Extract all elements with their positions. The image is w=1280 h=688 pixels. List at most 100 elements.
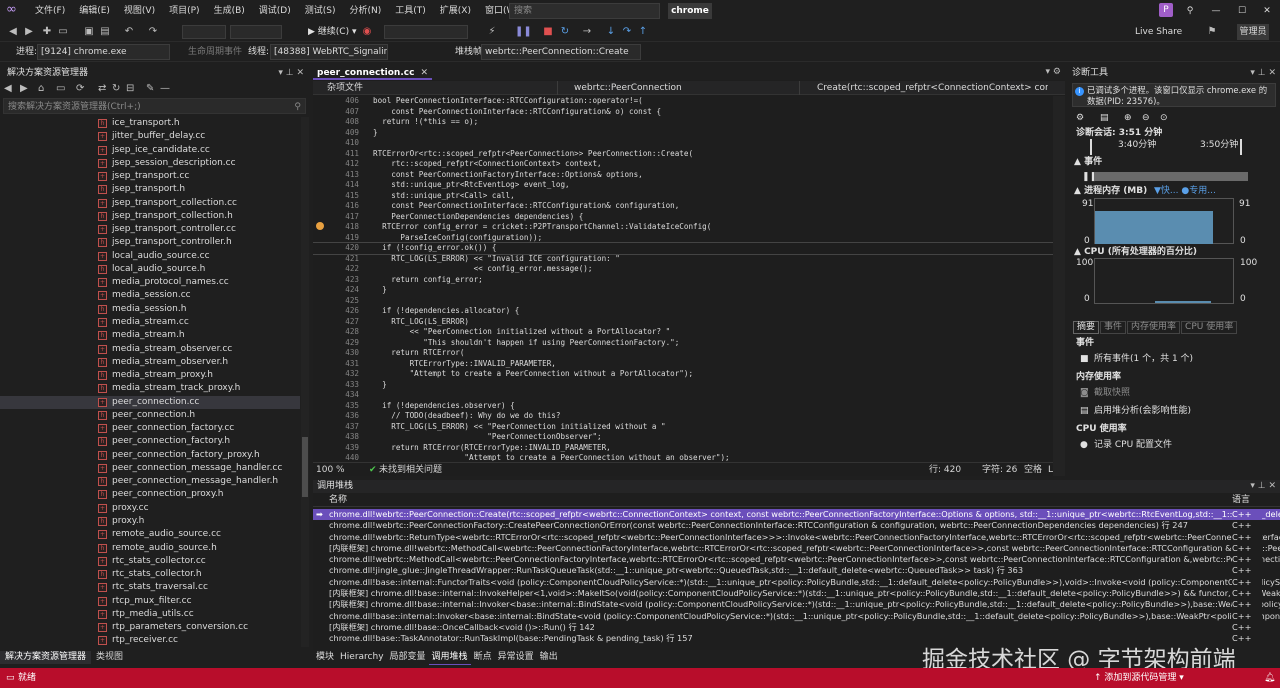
file-tree-item[interactable]: + jsep_transport_collection.cc: [0, 197, 300, 210]
project-dropdown[interactable]: 杂项文件: [313, 81, 558, 95]
close-tab-icon[interactable]: ✕: [420, 68, 428, 78]
pin-icon[interactable]: ▾ ⊥ ✕: [278, 66, 304, 80]
solution-search-input[interactable]: 搜索解决方案资源管理器(Ctrl+;) ⚲: [3, 98, 306, 114]
code-line[interactable]: 416 const PeerConnectionInterface::RTCCo…: [313, 201, 1053, 212]
search-input[interactable]: 搜索: [509, 3, 660, 19]
file-tree-item[interactable]: + rtcp_mux_filter.cc: [0, 595, 300, 608]
code-line[interactable]: 439 return RTCError(RTCErrorType::INVALI…: [313, 443, 1053, 454]
line-position[interactable]: 行: 420: [929, 463, 961, 477]
whitespace-mode[interactable]: 空格: [1024, 463, 1042, 477]
code-line[interactable]: 420 if (!config_error.ok()) {: [313, 242, 1053, 255]
code-line[interactable]: 431 RTCErrorType::INVALID_PARAMETER,: [313, 359, 1053, 370]
code-line[interactable]: 417 PeerConnectionDependencies dependenc…: [313, 212, 1053, 223]
menu-item[interactable]: 生成(B): [207, 0, 252, 22]
code-line[interactable]: 423 return config_error;: [313, 275, 1053, 286]
file-tree-item[interactable]: + rtp_media_utils.cc: [0, 608, 300, 621]
code-line[interactable]: 436 // TODO(deadbeef): Why do we do this…: [313, 411, 1053, 422]
file-tree-item[interactable]: h peer_connection_proxy.h: [0, 488, 300, 501]
code-line[interactable]: 407 const PeerConnectionInterface::RTCCo…: [313, 107, 1053, 118]
code-line[interactable]: 421 RTC_LOG(LS_ERROR) << "Invalid ICE co…: [313, 254, 1053, 265]
memory-legend[interactable]: ▼快... ●专用...: [1154, 186, 1216, 197]
lifecycle-events-label[interactable]: 生命周期事件: [188, 45, 242, 59]
tab-peer-connection-cc[interactable]: peer_connection.cc ✕: [313, 66, 432, 80]
record-cpu-profile-button[interactable]: 记录 CPU 配置文件: [1094, 440, 1172, 451]
file-tree-item[interactable]: h jsep_transport.h: [0, 183, 300, 196]
step-into-icon[interactable]: ↓: [604, 25, 618, 39]
forward-icon[interactable]: ▶: [20, 83, 28, 94]
code-line[interactable]: 408 return !(*this == o);: [313, 117, 1053, 128]
file-tree-item[interactable]: h media_stream.h: [0, 329, 300, 342]
code-line[interactable]: 425: [313, 296, 1053, 307]
menu-item[interactable]: 分析(N): [342, 0, 388, 22]
tab-cpu[interactable]: CPU 使用率: [1181, 321, 1238, 334]
issues-status[interactable]: 未找到相关问题: [379, 463, 442, 477]
process-dropdown[interactable]: [9124] chrome.exe: [37, 44, 170, 60]
save-all-icon[interactable]: ▤: [98, 25, 112, 39]
stop-icon[interactable]: ■: [541, 25, 555, 39]
file-tree-item[interactable]: + jsep_ice_candidate.cc: [0, 144, 300, 157]
code-line[interactable]: 411 RTCErrorOr<rtc::scoped_refptr<PeerCon…: [313, 149, 1053, 160]
file-tree-item[interactable]: h remote_audio_source.h: [0, 542, 300, 555]
file-tree-item[interactable]: + media_stream_observer.cc: [0, 343, 300, 356]
bottom-tab[interactable]: Hierarchy: [337, 651, 387, 664]
hot-reload-icon[interactable]: ⚡: [485, 25, 499, 39]
bottom-tab[interactable]: 模块: [313, 651, 337, 664]
call-stack-row[interactable]: ➡ chrome.dll!webrtc::PeerConnection::Crea…: [313, 509, 1280, 521]
menu-item[interactable]: 文件(F): [28, 0, 72, 22]
take-snapshot-button[interactable]: 截取快照: [1094, 388, 1130, 399]
code-line[interactable]: 434: [313, 390, 1053, 401]
file-tree-item[interactable]: + proxy.cc: [0, 502, 300, 515]
platform-dropdown[interactable]: [230, 25, 282, 39]
file-tree-item[interactable]: h proxy.h: [0, 515, 300, 528]
feedback-icon[interactable]: ⚲: [1177, 0, 1203, 22]
menu-item[interactable]: 扩展(X): [433, 0, 478, 22]
file-tree-item[interactable]: + media_stream.cc: [0, 316, 300, 329]
file-tree-item[interactable]: + local_audio_source.cc: [0, 250, 300, 263]
thread-dropdown[interactable]: [48388] WebRTC_Signaling: [270, 44, 388, 60]
code-line[interactable]: 433 }: [313, 380, 1053, 391]
file-tree-item[interactable]: h media_session.h: [0, 303, 300, 316]
minimize-icon[interactable]: —: [1203, 0, 1229, 22]
menu-item[interactable]: 视图(V): [117, 0, 162, 22]
code-line[interactable]: 430 return RTCError(: [313, 348, 1053, 359]
undo-icon[interactable]: ↶: [122, 25, 136, 39]
file-tree-item[interactable]: + rtp_receiver.cc: [0, 634, 300, 647]
bottom-tab[interactable]: 异常设置: [495, 651, 537, 664]
bottom-tab[interactable]: 调用堆栈: [428, 651, 471, 665]
file-tree-item[interactable]: + peer_connection_message_handler.cc: [0, 462, 300, 475]
column-name[interactable]: 名称: [329, 493, 347, 507]
events-track[interactable]: [1094, 172, 1248, 181]
bottom-tab[interactable]: 断点: [471, 651, 495, 664]
call-stack-row[interactable]: [内联框架] chrome.dll!base::internal::Invoke…: [313, 599, 1280, 611]
tab-events[interactable]: 事件: [1100, 321, 1127, 334]
cpu-chart[interactable]: [1094, 258, 1234, 304]
call-stack-row[interactable]: chrome.dll!webrtc::MethodCall<webrtc::Pe…: [313, 554, 1280, 566]
back-icon[interactable]: ◀: [4, 83, 12, 94]
file-tree-item[interactable]: h peer_connection.h: [0, 409, 300, 422]
file-tree-item[interactable]: h peer_connection_message_handler.h: [0, 475, 300, 488]
zoom-level[interactable]: 100 %: [316, 463, 345, 477]
tab-memory[interactable]: 内存使用率: [1127, 321, 1181, 334]
call-stack-row[interactable]: chrome.dll!webrtc::ReturnType<webrtc::RT…: [313, 531, 1280, 543]
sync-icon[interactable]: ⇄: [98, 83, 106, 94]
bottom-tab[interactable]: 局部变量: [387, 651, 429, 664]
menu-item[interactable]: 工具(T): [388, 0, 433, 22]
show-next-statement-icon[interactable]: →: [580, 25, 594, 39]
file-tree-item[interactable]: + rtc_stats_collector.cc: [0, 555, 300, 568]
tab-class-view[interactable]: 类视图: [91, 651, 128, 664]
file-tree-item[interactable]: + jsep_transport.cc: [0, 170, 300, 183]
file-tree-item[interactable]: + jsep_session_description.cc: [0, 157, 300, 170]
select-tools-icon[interactable]: ▤: [1100, 113, 1109, 124]
zoom-in-icon[interactable]: ⊕: [1124, 113, 1132, 124]
bottom-tab[interactable]: 输出: [537, 651, 561, 664]
call-stack-row[interactable]: [内联框架] chrome.dll!base::OnceCallback<voi…: [313, 621, 1280, 634]
new-item-icon[interactable]: ✚: [40, 25, 54, 39]
avatar[interactable]: P: [1159, 3, 1173, 17]
file-tree-item[interactable]: h peer_connection_factory_proxy.h: [0, 449, 300, 462]
menu-item[interactable]: 测试(S): [298, 0, 343, 22]
target-dropdown[interactable]: [384, 25, 468, 39]
settings-icon[interactable]: ⚙: [1076, 113, 1084, 124]
preview-features-icon[interactable]: ⚑: [1205, 25, 1219, 39]
code-line[interactable]: 427 RTC_LOG(LS_ERROR): [313, 317, 1053, 328]
tab-options-icon[interactable]: ▾ ⚙: [1046, 67, 1061, 77]
